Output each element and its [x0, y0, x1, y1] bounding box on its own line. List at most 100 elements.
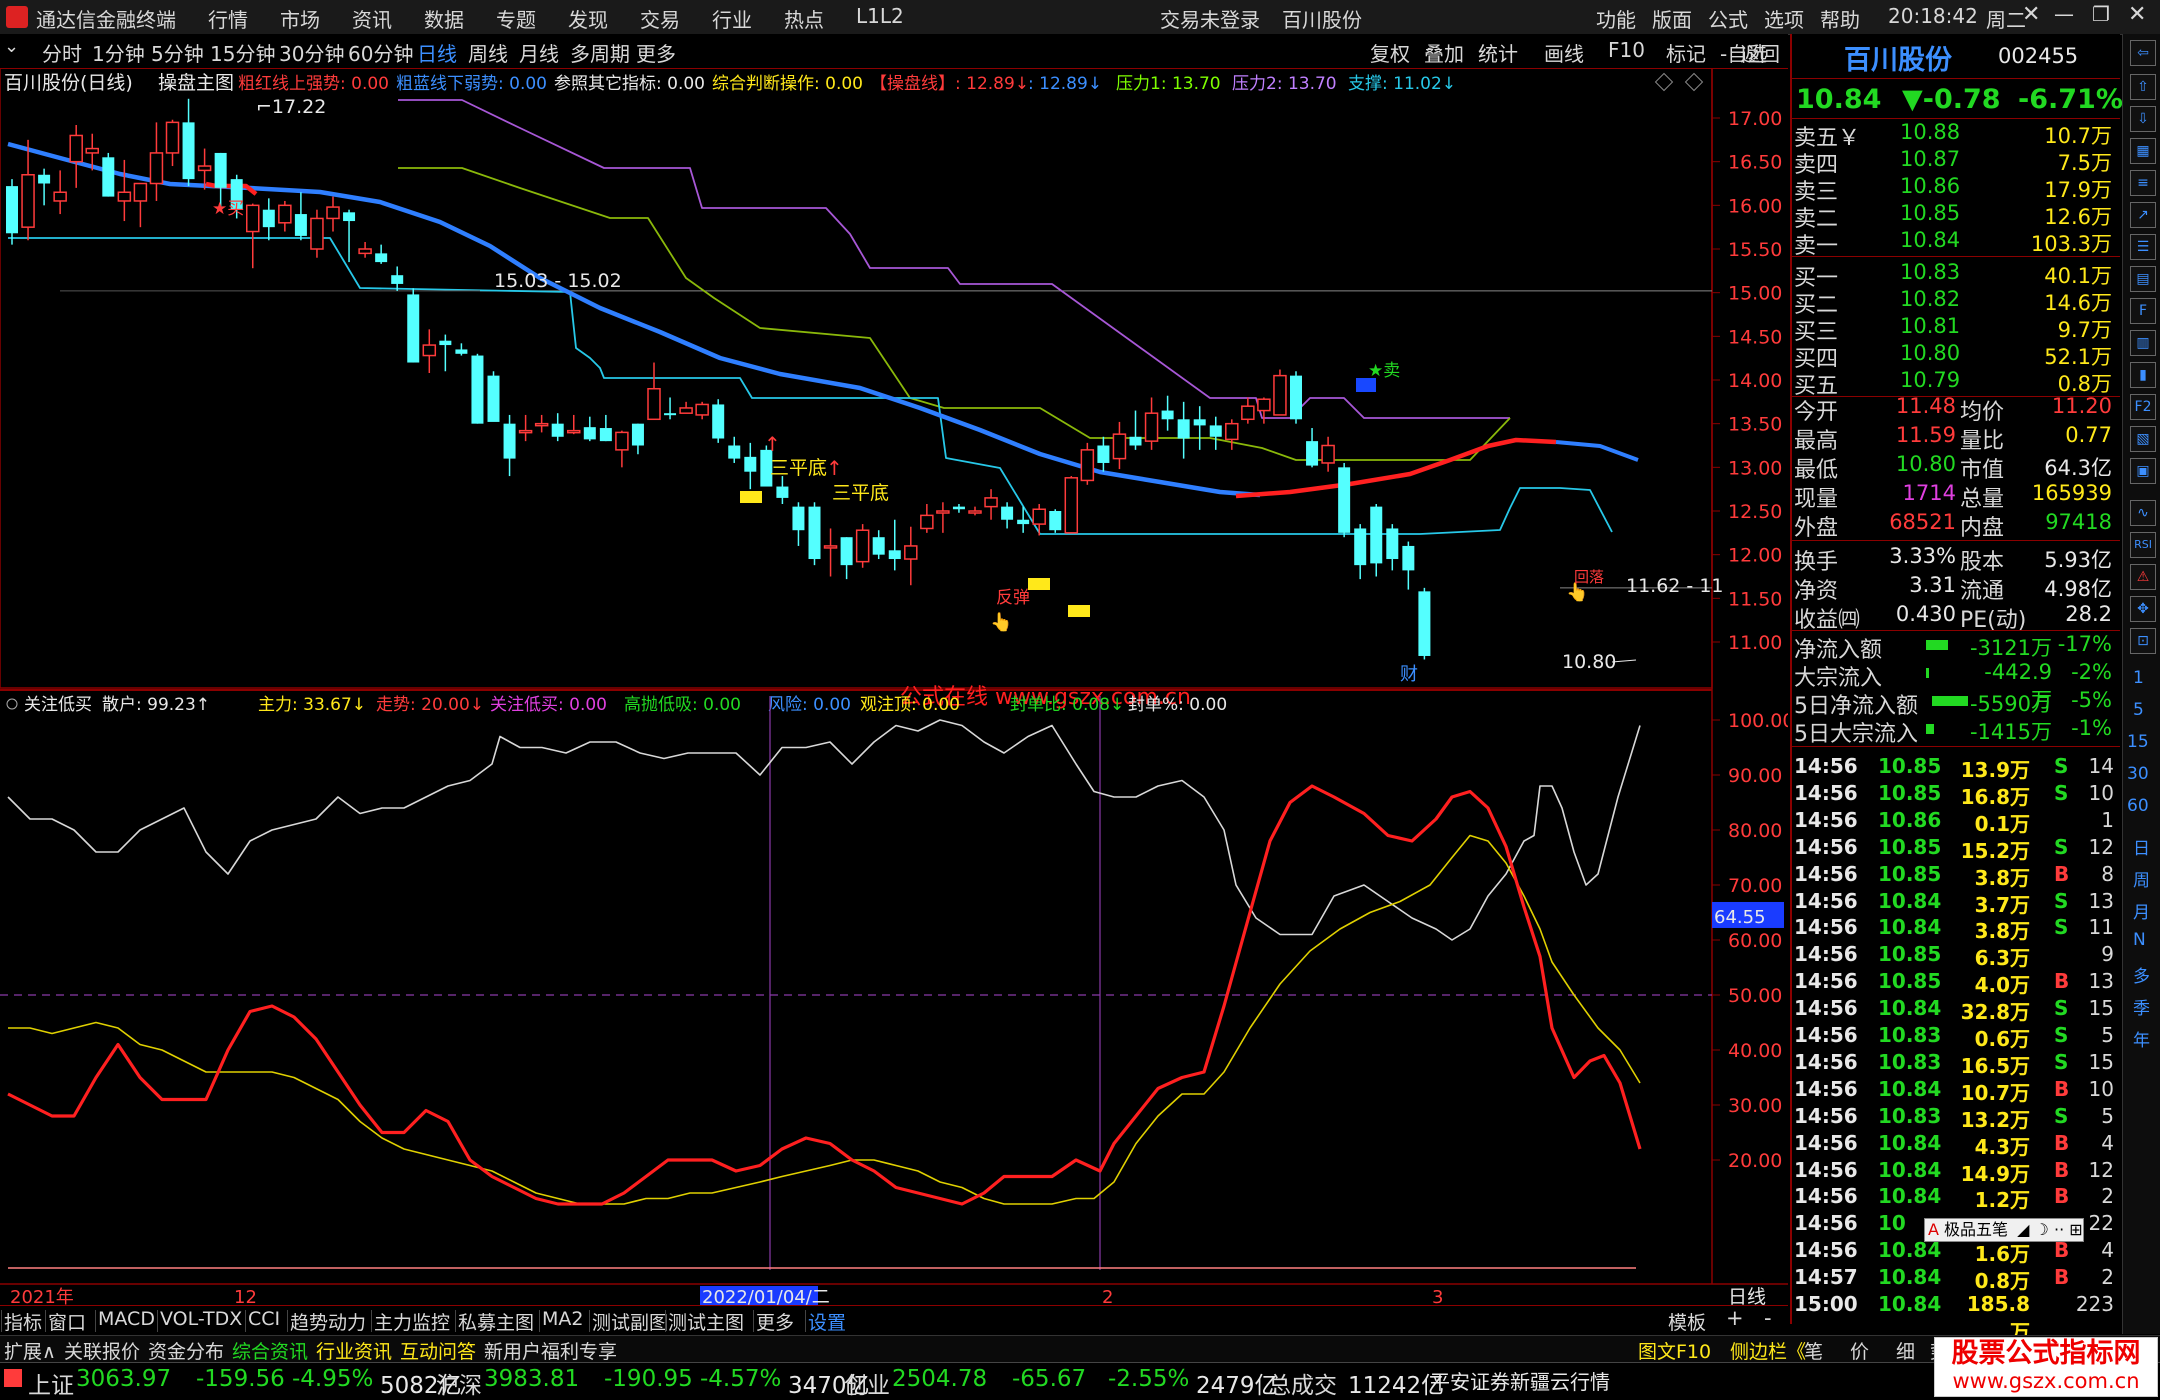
orderbook-price[interactable]: 10.85	[1900, 201, 1960, 225]
candle-body[interactable]	[1144, 412, 1159, 442]
candle-body[interactable]	[102, 157, 115, 197]
info-tab[interactable]: 关联报价	[64, 1337, 140, 1364]
calendar-icon[interactable]: ▧	[2130, 426, 2156, 452]
alert-icon[interactable]: ⚠	[2130, 564, 2156, 590]
candle-body[interactable]	[776, 486, 789, 498]
candle-body[interactable]	[712, 404, 725, 439]
candle-body[interactable]	[888, 550, 901, 560]
candle-body[interactable]	[262, 209, 275, 228]
candle-body[interactable]	[1418, 591, 1431, 656]
candle-body[interactable]	[69, 134, 83, 163]
chevron-down-icon[interactable]: ⌄	[4, 36, 19, 57]
candle-body[interactable]	[936, 510, 950, 514]
tab-5min[interactable]: 5分钟	[151, 38, 204, 67]
doc-icon[interactable]: ▤	[2130, 266, 2156, 292]
info-tab[interactable]: 行业资讯	[316, 1337, 392, 1364]
candle-body[interactable]	[968, 510, 982, 514]
menu-l1l2[interactable]: L1L2	[856, 4, 904, 28]
info-tab[interactable]: 互动问答	[400, 1337, 476, 1364]
menu-gongshi[interactable]: 公式	[1708, 4, 1748, 33]
indicator-tab[interactable]: 更多	[756, 1308, 794, 1335]
tab-30min[interactable]: 30分钟	[279, 38, 344, 67]
info-right-tab[interactable]: 价	[1850, 1337, 1869, 1364]
indicator-tab[interactable]: 设置	[808, 1308, 846, 1335]
candle-body[interactable]	[487, 375, 500, 422]
candle-body[interactable]	[823, 545, 838, 549]
candle-body[interactable]	[1049, 511, 1062, 531]
indicator-tab[interactable]: 指标	[4, 1308, 42, 1335]
tab-monthly[interactable]: 月线	[519, 38, 559, 67]
candle-body[interactable]	[855, 529, 870, 563]
orderbook-price[interactable]: 10.80	[1900, 341, 1960, 365]
candle-body[interactable]	[1370, 506, 1383, 564]
candle-body[interactable]	[375, 253, 388, 263]
orderbook-price[interactable]: 10.86	[1900, 174, 1960, 198]
candle-body[interactable]	[358, 248, 372, 255]
window-icon[interactable]: ▣	[2130, 458, 2156, 484]
candle-body[interactable]	[728, 445, 741, 459]
candle-body[interactable]	[133, 182, 148, 202]
candle-body[interactable]	[197, 165, 212, 172]
indicator-tab[interactable]: 趋势动力	[290, 1308, 366, 1335]
candle-body[interactable]	[214, 152, 227, 188]
tool-biaoji[interactable]: 标记	[1666, 38, 1706, 67]
menu-shichang[interactable]: 市场	[280, 4, 320, 33]
ime-popup[interactable]: A 极品五笔 ◢ ☽ ·· ⊞	[1924, 1218, 2084, 1242]
info-tab[interactable]: 综合资讯	[232, 1337, 308, 1364]
candle-body[interactable]	[278, 204, 292, 224]
candle-body[interactable]	[471, 355, 484, 424]
tab-15min[interactable]: 15分钟	[210, 38, 275, 67]
indicator-tab[interactable]: VOL-TDX	[160, 1308, 242, 1330]
info-right-tab[interactable]: 细	[1896, 1337, 1915, 1364]
candle-body[interactable]	[85, 147, 99, 154]
period-multi[interactable]: 多	[2133, 962, 2150, 987]
diamond-icon[interactable]	[1654, 72, 1674, 92]
indicator-tab[interactable]: MA2	[542, 1308, 583, 1330]
candle-body[interactable]	[599, 428, 612, 442]
candle-body[interactable]	[1032, 508, 1046, 525]
candle-body[interactable]	[920, 514, 934, 530]
num-30[interactable]: 30	[2127, 764, 2149, 784]
candle-body[interactable]	[1257, 398, 1271, 412]
tab-weekly[interactable]: 周线	[468, 38, 508, 67]
period-day[interactable]: 日	[2133, 834, 2150, 859]
menu-zixun[interactable]: 资讯	[352, 4, 392, 33]
candle-body[interactable]	[1225, 422, 1239, 441]
tool-tongji[interactable]: 统计	[1478, 38, 1518, 67]
collapse-circle-icon[interactable]	[6, 698, 18, 710]
menu-shuju[interactable]: 数据	[424, 4, 464, 33]
indicator-tab[interactable]: 主力监控	[374, 1308, 450, 1335]
candle-body[interactable]	[455, 349, 468, 354]
tab-daily[interactable]: 日线	[417, 38, 457, 67]
candle-body[interactable]	[1290, 375, 1302, 420]
info-right-tab[interactable]: 图文F10	[1638, 1337, 1711, 1364]
candle-body[interactable]	[615, 431, 629, 451]
candle-body[interactable]	[294, 214, 307, 236]
info-tab[interactable]: 新用户福利专享	[484, 1337, 617, 1364]
candle-body[interactable]	[952, 506, 965, 510]
tool-diejia[interactable]: 叠加	[1424, 38, 1464, 67]
tab-60min[interactable]: 60分钟	[348, 38, 413, 67]
info-right-tab[interactable]: 笔	[1804, 1337, 1823, 1364]
tab-1min[interactable]: 1分钟	[92, 38, 145, 67]
menu-bangzhu[interactable]: 帮助	[1820, 4, 1860, 33]
orderbook-price[interactable]: 10.79	[1900, 368, 1960, 392]
candle-body[interactable]	[583, 427, 596, 440]
candle-body[interactable]	[679, 407, 693, 414]
candle-body[interactable]	[422, 344, 437, 357]
candle-body[interactable]	[695, 403, 709, 416]
tool-huaxian[interactable]: 画线	[1544, 38, 1584, 67]
menu-banmian[interactable]: 版面	[1652, 4, 1692, 33]
candle-body[interactable]	[503, 423, 516, 459]
candle-body[interactable]	[1386, 528, 1399, 560]
menu-xuanxiang[interactable]: 选项	[1764, 4, 1804, 33]
candle-body[interactable]	[38, 174, 51, 184]
candle-body[interactable]	[1017, 519, 1030, 525]
tab-multi-period[interactable]: 多周期	[570, 38, 630, 67]
move-icon[interactable]: ✥	[2130, 596, 2156, 622]
candle-body[interactable]	[1080, 449, 1095, 482]
candle-body[interactable]	[744, 456, 757, 472]
candle-body[interactable]	[872, 537, 885, 555]
menu-redian[interactable]: 热点	[784, 4, 824, 33]
num-15[interactable]: 15	[2127, 732, 2149, 752]
